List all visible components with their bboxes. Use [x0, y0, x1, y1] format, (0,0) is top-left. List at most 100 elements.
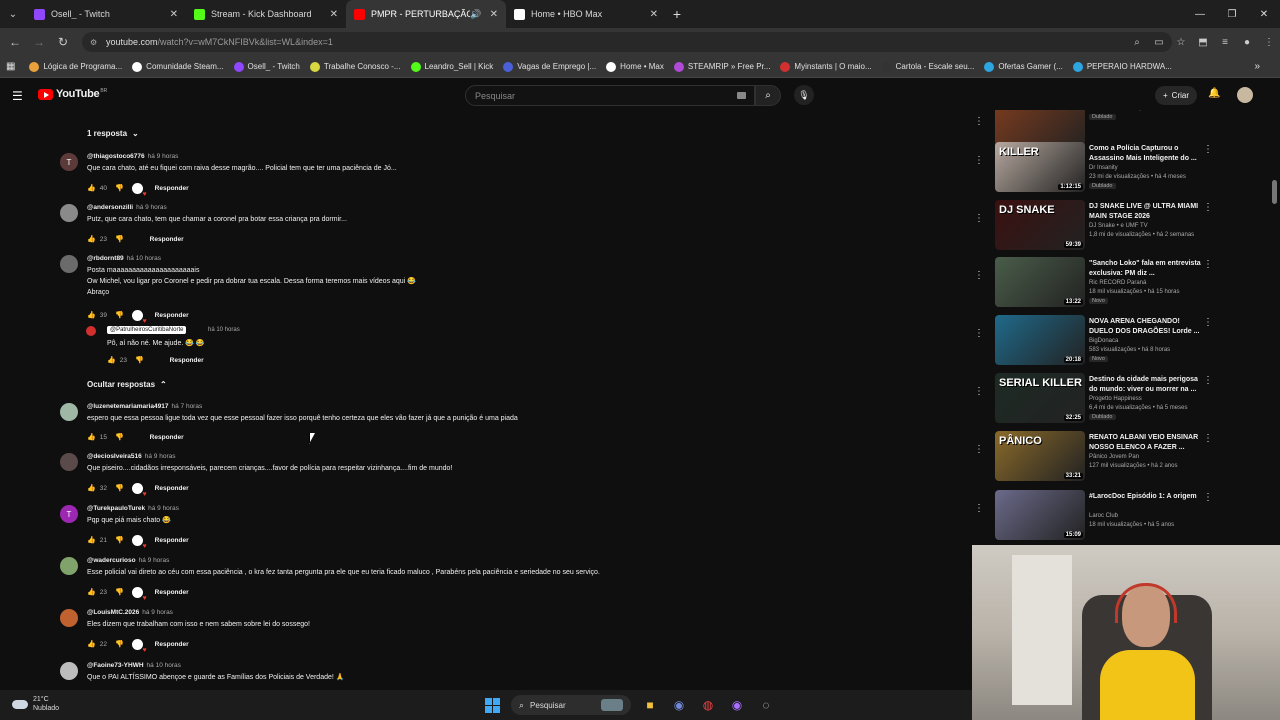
- commenter-avatar[interactable]: [60, 557, 78, 575]
- more-actions-icon[interactable]: ⋮: [1203, 144, 1213, 155]
- twitch-app-icon[interactable]: ◉: [727, 695, 747, 715]
- video-title[interactable]: Como a Polícia Capturou o Assassino Mais…: [1089, 144, 1201, 164]
- like-icon[interactable]: 👍: [87, 433, 96, 441]
- video-thumbnail[interactable]: PÂNICO 33:21: [995, 431, 1085, 481]
- comment-time[interactable]: há 10 horas: [127, 255, 161, 262]
- bookmark-item[interactable]: PEPERAIO HARDWA...: [1072, 61, 1172, 72]
- comment-time[interactable]: há 9 horas: [142, 609, 173, 616]
- profile-icon[interactable]: ●: [1236, 37, 1258, 48]
- reply-author-mention[interactable]: @PatrulheirosCuritibaNorte: [107, 326, 187, 334]
- comment-author[interactable]: @LouisMtC.2026: [87, 609, 139, 616]
- dislike-icon[interactable]: 👎: [135, 356, 144, 364]
- speaker-icon[interactable]: 🔊: [470, 9, 481, 20]
- reply-time[interactable]: há 10 horas: [208, 327, 240, 333]
- reply-button[interactable]: Responder: [155, 537, 189, 544]
- search-input[interactable]: Pesquisar: [465, 85, 755, 106]
- comment-author[interactable]: @wadercurioso: [87, 557, 136, 564]
- dislike-icon[interactable]: 👎: [115, 235, 124, 243]
- like-icon[interactable]: 👍: [87, 588, 96, 596]
- reply-button[interactable]: Responder: [155, 641, 189, 648]
- more-options-icon[interactable]: ⋮: [974, 213, 984, 224]
- dislike-icon[interactable]: 👎: [115, 536, 124, 544]
- recommendation-item[interactable]: ⋮ 13:22 "Sancho Loko" fala em entrevista e…: [970, 257, 1270, 312]
- bookmark-item[interactable]: Trabalhe Conosco -...: [309, 61, 401, 72]
- channel-name[interactable]: Ric RECORD Paraná: [1089, 280, 1146, 286]
- video-title[interactable]: DJ SNAKE LIVE @ ULTRA MIAMI MAIN STAGE 2…: [1089, 202, 1201, 222]
- video-thumbnail[interactable]: 20:18: [995, 315, 1085, 365]
- video-thumbnail[interactable]: DJ SNAKE 59:39: [995, 200, 1085, 250]
- reading-list-icon[interactable]: ≡: [1214, 37, 1236, 48]
- video-title[interactable]: RENATO ALBANI VEIO ENSINAR NOSSO ELENCO …: [1089, 433, 1201, 453]
- hide-replies-toggle[interactable]: Ocultar respostas ⌃: [87, 380, 167, 389]
- account-avatar[interactable]: [1237, 87, 1253, 103]
- channel-name[interactable]: BigDonaca: [1089, 338, 1118, 344]
- scrollbar-thumb[interactable]: [1272, 180, 1277, 204]
- start-button[interactable]: [482, 695, 502, 715]
- weather-widget[interactable]: 21°C Nublado: [12, 695, 59, 713]
- more-actions-icon[interactable]: ⋮: [1203, 317, 1213, 328]
- recommendation-item[interactable]: ⋮ 20:18 NOVA ARENA CHEGANDO! DUELO DOS DRA…: [970, 315, 1270, 370]
- recommendation-item[interactable]: ⋮ KILLER 1:12:15 Como a Polícia Capturou o …: [970, 142, 1270, 197]
- browser-tab[interactable]: PMPR - PERTURBAÇÃO DO🔊 ✕: [346, 0, 506, 28]
- recommendation-item[interactable]: ⋮ PÂNICO 33:21 RENATO ALBANI VEIO ENSINAR N…: [970, 431, 1270, 486]
- dislike-icon[interactable]: 👎: [115, 433, 124, 441]
- like-icon[interactable]: 👍: [87, 311, 96, 319]
- more-options-icon[interactable]: ⋮: [974, 270, 984, 281]
- reply-button[interactable]: Responder: [155, 312, 189, 319]
- video-thumbnail[interactable]: 13:22: [995, 257, 1085, 307]
- comment-time[interactable]: há 9 horas: [136, 204, 167, 211]
- more-actions-icon[interactable]: ⋮: [1203, 259, 1213, 270]
- youtube-logo[interactable]: YouTube BR: [38, 88, 107, 100]
- more-options-icon[interactable]: ⋮: [974, 328, 984, 339]
- reply-button[interactable]: Responder: [155, 589, 189, 596]
- recommendation-item[interactable]: ⋮ 15:09 #LarocDoc Episódio 1: A origem Laro…: [970, 490, 1270, 545]
- dislike-icon[interactable]: 👎: [115, 588, 124, 596]
- channel-name[interactable]: Laroc Club: [1089, 513, 1118, 519]
- zoom-icon[interactable]: ⌕: [1126, 37, 1148, 48]
- site-info-icon[interactable]: ⚙: [90, 38, 100, 47]
- bookmark-item[interactable]: Ofertas Gamer (...: [984, 61, 1063, 72]
- obs-icon[interactable]: ◌: [756, 695, 776, 715]
- comment-time[interactable]: há 9 horas: [145, 453, 176, 460]
- bookmark-item[interactable]: Cartola - Escale seu...: [881, 61, 974, 72]
- channel-name[interactable]: Pânico Jovem Pan: [1089, 454, 1139, 460]
- comment-author[interactable]: @andersonzilli: [87, 204, 133, 211]
- browser-tab[interactable]: Home • HBO Max ✕: [506, 0, 666, 28]
- close-window-icon[interactable]: ✕: [1248, 0, 1280, 28]
- url-input[interactable]: ⚙ youtube.com/watch?v=wM7CkNFIBVk&list=W…: [82, 32, 1172, 52]
- more-actions-icon[interactable]: ⋮: [1203, 202, 1213, 213]
- keyboard-icon[interactable]: [737, 92, 746, 99]
- channel-name[interactable]: DJ Snake • e UMF TV: [1089, 223, 1148, 229]
- bookmark-item[interactable]: Osell_ - Twitch: [233, 61, 300, 72]
- reply-button[interactable]: Responder: [150, 434, 184, 441]
- reply-button[interactable]: Responder: [150, 236, 184, 243]
- like-icon[interactable]: 👍: [87, 484, 96, 492]
- bookmark-item[interactable]: Home • Max: [606, 61, 664, 72]
- bookmark-item[interactable]: Comunidade Steam...: [132, 61, 224, 72]
- more-actions-icon[interactable]: ⋮: [1203, 433, 1213, 444]
- bookmark-item[interactable]: Myinstants | O maio...: [780, 61, 872, 72]
- more-options-icon[interactable]: ⋮: [974, 444, 984, 455]
- extensions-icon[interactable]: ⬒: [1192, 37, 1214, 48]
- comment-author[interactable]: @Faoine73-YHWH: [87, 662, 144, 669]
- reply-button[interactable]: Responder: [170, 357, 204, 364]
- commenter-avatar[interactable]: [60, 453, 78, 471]
- more-options-icon[interactable]: ⋮: [974, 155, 984, 166]
- notifications-bell-icon[interactable]: 🔔: [1208, 88, 1220, 99]
- bookmark-item[interactable]: Lógica de Programa...: [29, 61, 122, 72]
- cast-icon[interactable]: ▭: [1148, 37, 1170, 48]
- reply-button[interactable]: Responder: [155, 485, 189, 492]
- bookmark-star-icon[interactable]: ☆: [1170, 37, 1192, 48]
- channel-name[interactable]: Dr Insanity: [1089, 165, 1118, 171]
- close-tab-icon[interactable]: ✕: [650, 9, 658, 20]
- commenter-avatar[interactable]: T: [60, 153, 78, 171]
- more-actions-icon[interactable]: ⋮: [1203, 492, 1213, 503]
- video-title[interactable]: NOVA ARENA CHEGANDO! DUELO DOS DRAGÕES! …: [1089, 317, 1201, 337]
- video-title[interactable]: #LarocDoc Episódio 1: A origem: [1089, 492, 1201, 502]
- replies-toggle[interactable]: 1 resposta ⌄: [87, 129, 139, 138]
- comment-time[interactable]: há 10 horas: [147, 662, 181, 669]
- dislike-icon[interactable]: 👎: [115, 184, 124, 192]
- create-button[interactable]: + Criar: [1155, 86, 1198, 105]
- bookmark-item[interactable]: STEAMRIP » Free Pr...: [673, 61, 770, 72]
- browser-tab[interactable]: Osell_ - Twitch ✕: [26, 0, 186, 28]
